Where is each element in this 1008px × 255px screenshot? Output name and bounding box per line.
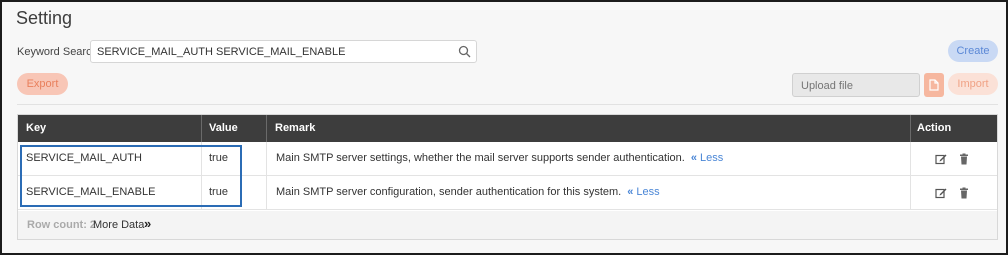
column-separator [910, 176, 911, 210]
delete-icon[interactable] [958, 153, 970, 165]
edit-icon[interactable] [935, 187, 947, 199]
table-header: Key Value Remark Action [18, 115, 997, 142]
value-cell: true [209, 152, 228, 164]
more-data-icon[interactable]: » [144, 216, 151, 231]
key-cell: SERVICE_MAIL_ENABLE [26, 186, 156, 198]
table-row[interactable]: SERVICE_MAIL_ENABLE true Main SMTP serve… [18, 176, 997, 210]
edit-icon[interactable] [935, 153, 947, 165]
import-button[interactable]: Import [948, 73, 998, 95]
column-separator [201, 115, 202, 142]
create-button[interactable]: Create [948, 40, 998, 62]
column-separator [201, 176, 202, 210]
upload-file-field[interactable] [792, 73, 920, 97]
remark-text: Main SMTP server configuration, sender a… [276, 186, 622, 198]
column-separator [266, 115, 267, 142]
less-link[interactable]: «Less [691, 152, 723, 164]
delete-icon[interactable] [958, 187, 970, 199]
search-field[interactable] [90, 40, 477, 63]
file-browse-button[interactable] [924, 73, 944, 97]
column-separator [910, 115, 911, 142]
collapse-icon: « [627, 186, 633, 198]
remark-text: Main SMTP server settings, whether the m… [276, 152, 685, 164]
divider [17, 104, 998, 105]
more-data-link[interactable]: More Data [93, 219, 144, 231]
table-row[interactable]: SERVICE_MAIL_AUTH true Main SMTP server … [18, 142, 997, 176]
key-cell: SERVICE_MAIL_AUTH [26, 152, 142, 164]
file-icon [929, 79, 939, 91]
page-title: Setting [16, 8, 73, 28]
export-button[interactable]: Export [17, 73, 68, 95]
column-separator [201, 142, 202, 176]
less-link[interactable]: «Less [627, 186, 659, 198]
column-separator [910, 142, 911, 176]
column-separator [266, 142, 267, 176]
upload-file-input[interactable] [801, 79, 911, 93]
table-footer: Row count: 2 More Data » [18, 211, 997, 239]
settings-window: Setting Keyword Search Create Export Imp… [0, 0, 1008, 255]
column-separator [266, 176, 267, 210]
search-icon[interactable] [458, 45, 471, 58]
column-header-remark[interactable]: Remark [275, 115, 315, 142]
column-header-value[interactable]: Value [209, 115, 238, 142]
column-header-key[interactable]: Key [26, 115, 46, 142]
column-header-action: Action [917, 122, 952, 134]
remark-cell: Main SMTP server configuration, sender a… [276, 176, 660, 209]
keyword-search-label: Keyword Search [17, 46, 98, 58]
value-cell: true [209, 186, 228, 198]
search-input[interactable] [97, 44, 447, 60]
collapse-icon: « [690, 152, 697, 164]
settings-table: Key Value Remark Action SERVICE_MAIL_AUT… [17, 114, 998, 240]
remark-cell: Main SMTP server settings, whether the m… [276, 142, 723, 175]
less-label: Less [699, 152, 724, 164]
less-label: Less [636, 186, 660, 198]
row-count: Row count: 2 [27, 219, 97, 231]
